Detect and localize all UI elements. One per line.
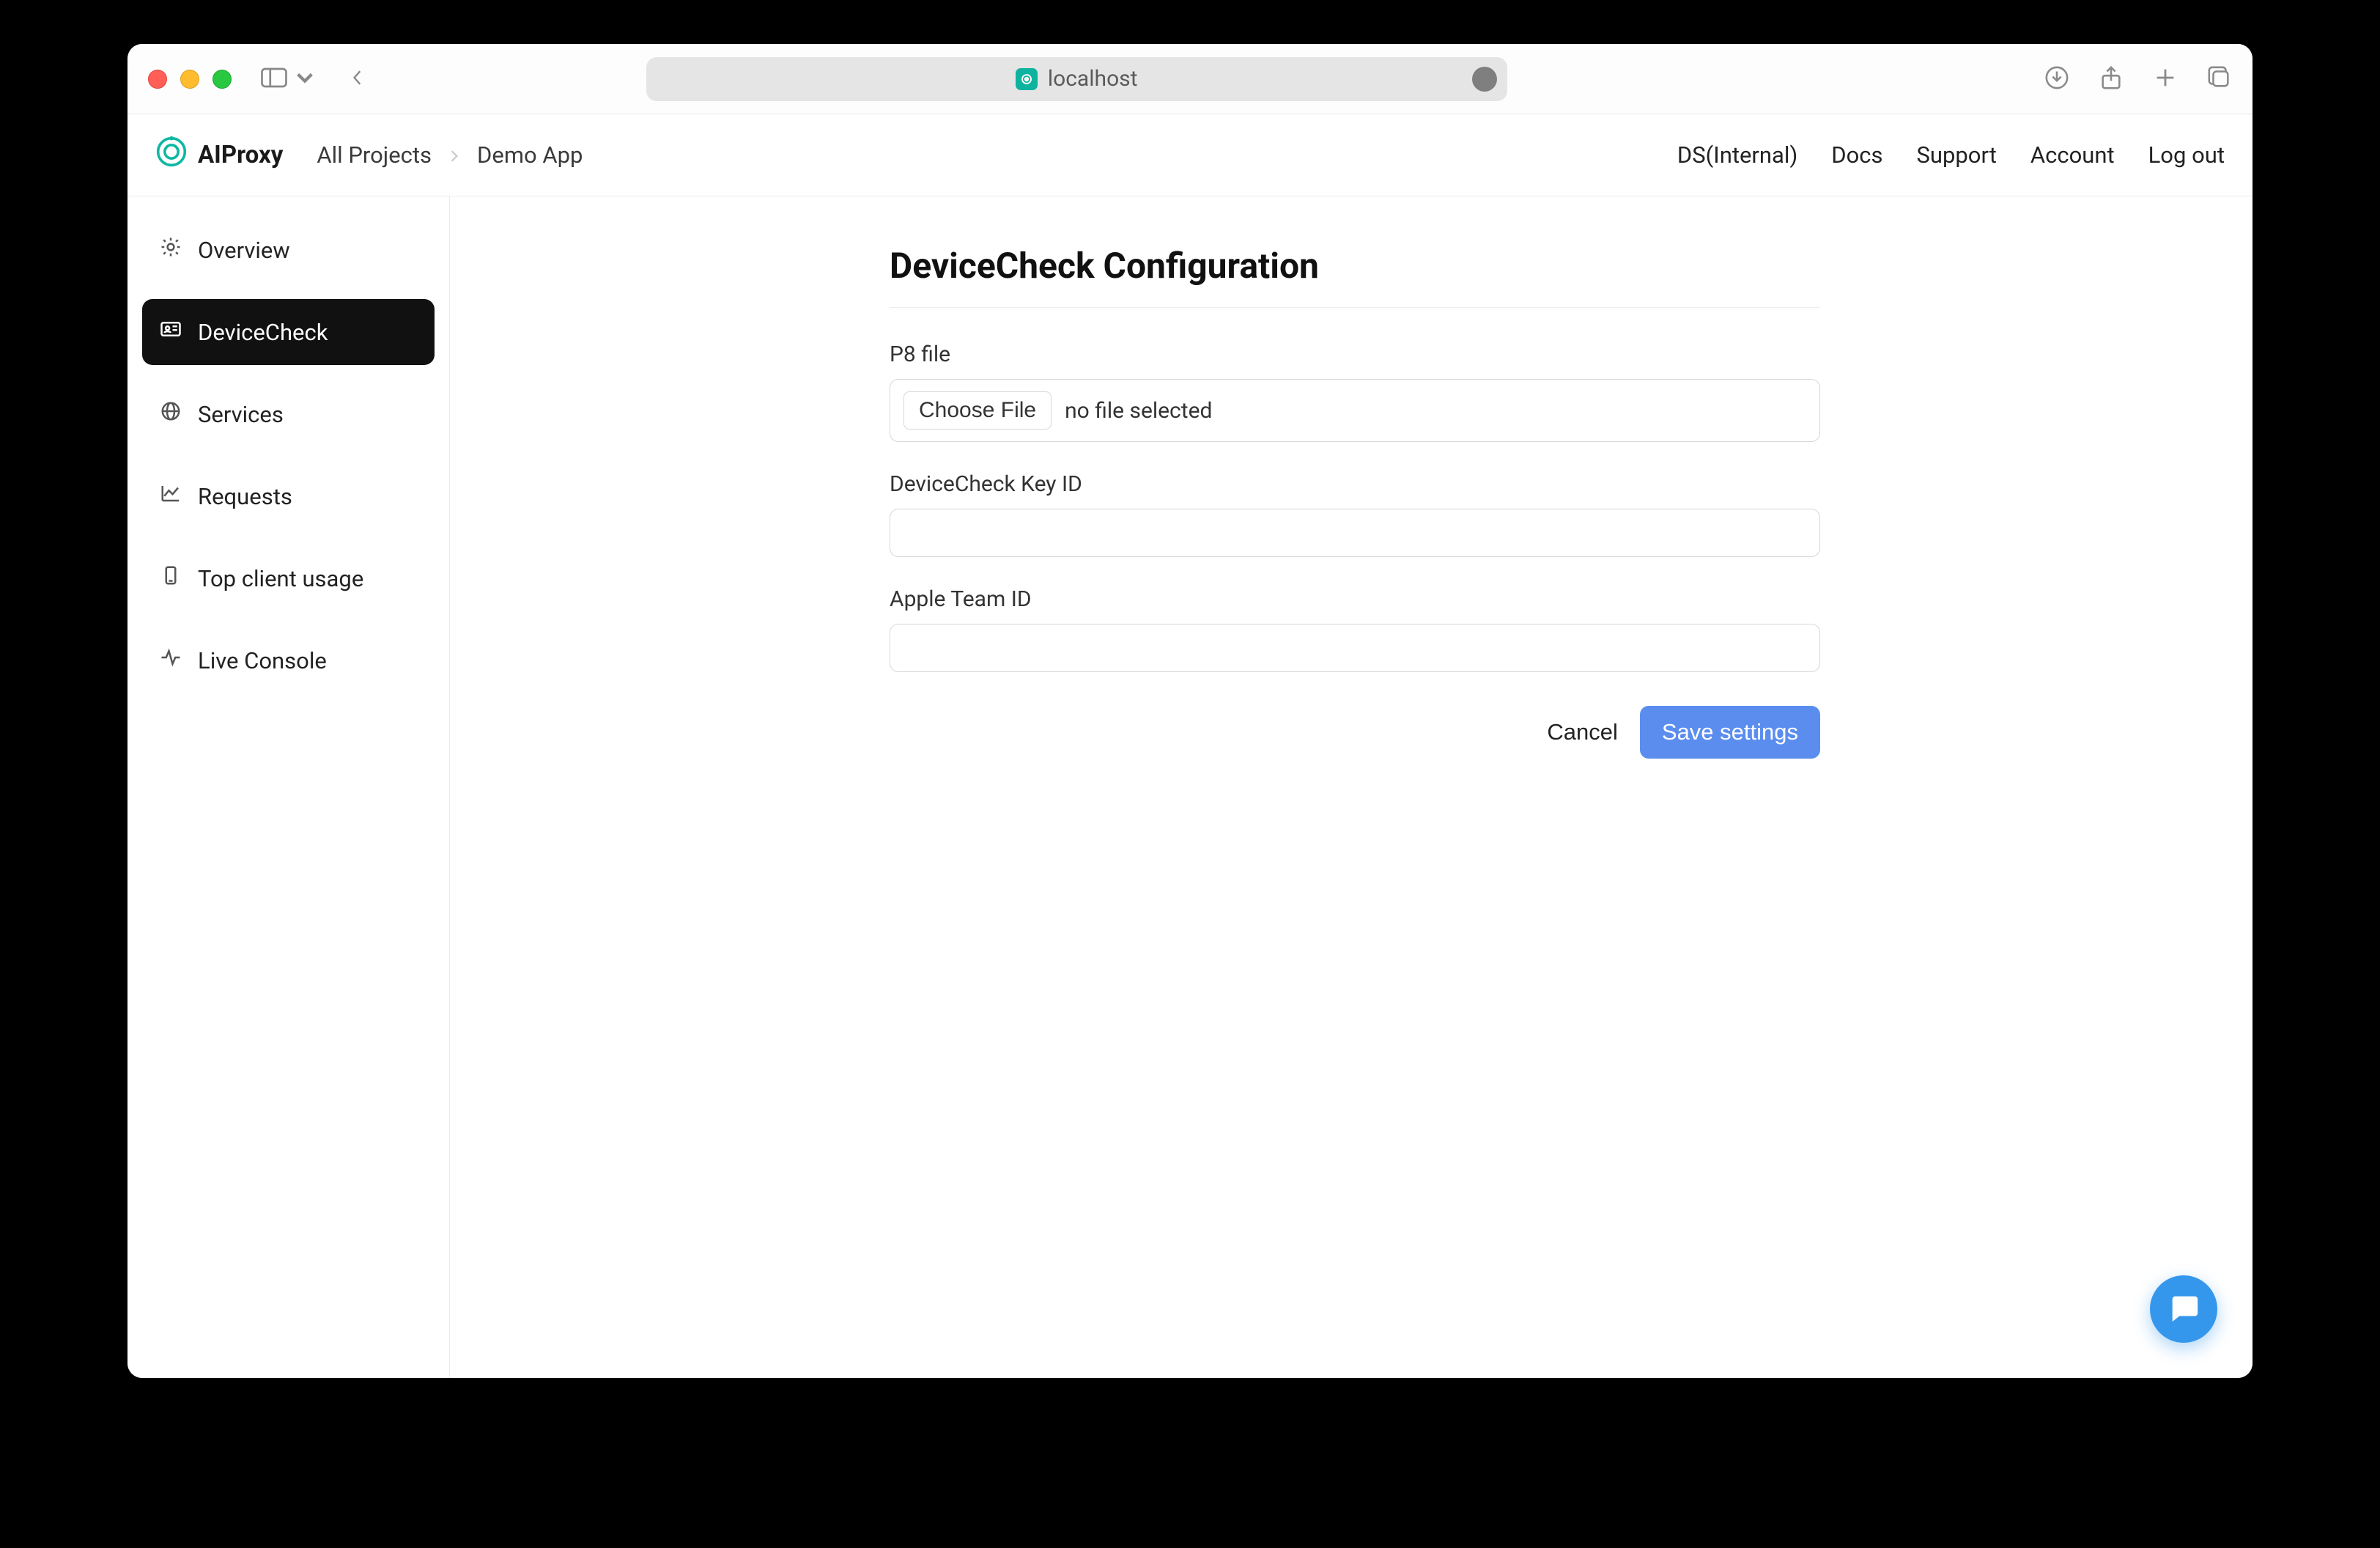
window-minimize-button[interactable] — [180, 70, 199, 89]
choose-file-button[interactable]: Choose File — [903, 391, 1052, 430]
url-text: localhost — [1048, 66, 1138, 92]
sidebar: Overview DeviceCheck — [128, 196, 450, 1378]
browser-window: localhost — [128, 44, 2252, 1378]
tab-overview-button[interactable] — [2207, 65, 2232, 93]
window-fullscreen-button[interactable] — [212, 70, 232, 89]
phone-icon — [160, 564, 182, 592]
browser-back-button[interactable] — [344, 66, 371, 92]
sidebar-item-overview[interactable]: Overview — [142, 217, 435, 283]
nav-docs[interactable]: Docs — [1831, 141, 1882, 169]
file-status-text: no file selected — [1065, 398, 1212, 424]
chevron-right-icon — [448, 141, 461, 169]
chevron-left-icon — [350, 70, 366, 89]
share-icon — [2099, 65, 2124, 93]
new-tab-button[interactable] — [2153, 65, 2178, 93]
sidebar-item-top-client-usage[interactable]: Top client usage — [142, 545, 435, 611]
sidebar-item-services[interactable]: Services — [142, 381, 435, 447]
brand-name: AIProxy — [198, 141, 283, 169]
tabs-icon — [2207, 65, 2232, 93]
sidebar-item-label: Overview — [198, 237, 290, 264]
nav-support[interactable]: Support — [1916, 141, 1996, 169]
brand-logo-icon — [155, 136, 188, 174]
breadcrumb-root[interactable]: All Projects — [317, 141, 432, 169]
traffic-lights — [148, 70, 232, 89]
chat-icon — [2167, 1291, 2200, 1327]
breadcrumb-current[interactable]: Demo App — [477, 141, 583, 169]
sidebar-item-devicecheck[interactable]: DeviceCheck — [142, 299, 435, 365]
key-id-label: DeviceCheck Key ID — [890, 471, 1820, 497]
save-settings-button[interactable]: Save settings — [1640, 706, 1820, 759]
sidebar-item-label: Services — [198, 401, 284, 428]
content-inner: DeviceCheck Configuration P8 file Choose… — [890, 245, 1820, 759]
brand[interactable]: AIProxy — [155, 136, 283, 174]
nav-account[interactable]: Account — [2030, 141, 2115, 169]
downloads-button[interactable] — [2044, 65, 2069, 93]
plus-icon — [2153, 65, 2178, 93]
browser-toolbar-right — [2044, 65, 2232, 93]
breadcrumb: All Projects Demo App — [317, 141, 583, 169]
cancel-button[interactable]: Cancel — [1547, 719, 1618, 745]
file-input-container[interactable]: Choose File no file selected — [890, 379, 1820, 442]
field-team-id: Apple Team ID — [890, 586, 1820, 672]
sidebar-item-label: Requests — [198, 483, 292, 510]
form-actions: Cancel Save settings — [890, 706, 1820, 759]
key-id-input[interactable] — [890, 509, 1820, 557]
sidebar-toggle-button[interactable] — [261, 67, 318, 91]
app-body: Overview DeviceCheck — [128, 196, 2252, 1378]
sidebar-icon — [261, 67, 287, 91]
sidebar-item-label: DeviceCheck — [198, 319, 328, 346]
header-nav: DS(Internal) Docs Support Account Log ou… — [1677, 141, 2225, 169]
content: DeviceCheck Configuration P8 file Choose… — [450, 196, 2252, 1378]
page-options-button[interactable] — [1472, 67, 1497, 92]
sidebar-item-label: Top client usage — [198, 565, 363, 592]
window-close-button[interactable] — [148, 70, 167, 89]
sidebar-item-label: Live Console — [198, 647, 327, 674]
download-icon — [2044, 65, 2069, 93]
activity-icon — [160, 646, 182, 674]
p8-file-label: P8 file — [890, 342, 1820, 367]
share-button[interactable] — [2099, 65, 2124, 93]
chevron-down-icon — [292, 67, 318, 91]
field-key-id: DeviceCheck Key ID — [890, 471, 1820, 557]
sidebar-item-requests[interactable]: Requests — [142, 463, 435, 529]
team-id-input[interactable] — [890, 624, 1820, 672]
page-title: DeviceCheck Configuration — [890, 245, 1820, 308]
id-card-icon — [160, 318, 182, 346]
url-bar[interactable]: localhost — [646, 57, 1507, 101]
chart-icon — [160, 482, 182, 510]
browser-chrome: localhost — [128, 44, 2252, 114]
globe-icon — [160, 400, 182, 428]
app: AIProxy All Projects Demo App DS(Interna… — [128, 114, 2252, 1378]
app-header: AIProxy All Projects Demo App DS(Interna… — [128, 114, 2252, 196]
site-badge-icon — [1016, 68, 1038, 90]
team-id-label: Apple Team ID — [890, 586, 1820, 612]
field-p8-file: P8 file Choose File no file selected — [890, 342, 1820, 442]
chat-widget-button[interactable] — [2150, 1275, 2217, 1343]
nav-ds-internal[interactable]: DS(Internal) — [1677, 141, 1797, 169]
sidebar-item-live-console[interactable]: Live Console — [142, 627, 435, 693]
nav-logout[interactable]: Log out — [2148, 141, 2225, 169]
gear-icon — [160, 236, 182, 264]
